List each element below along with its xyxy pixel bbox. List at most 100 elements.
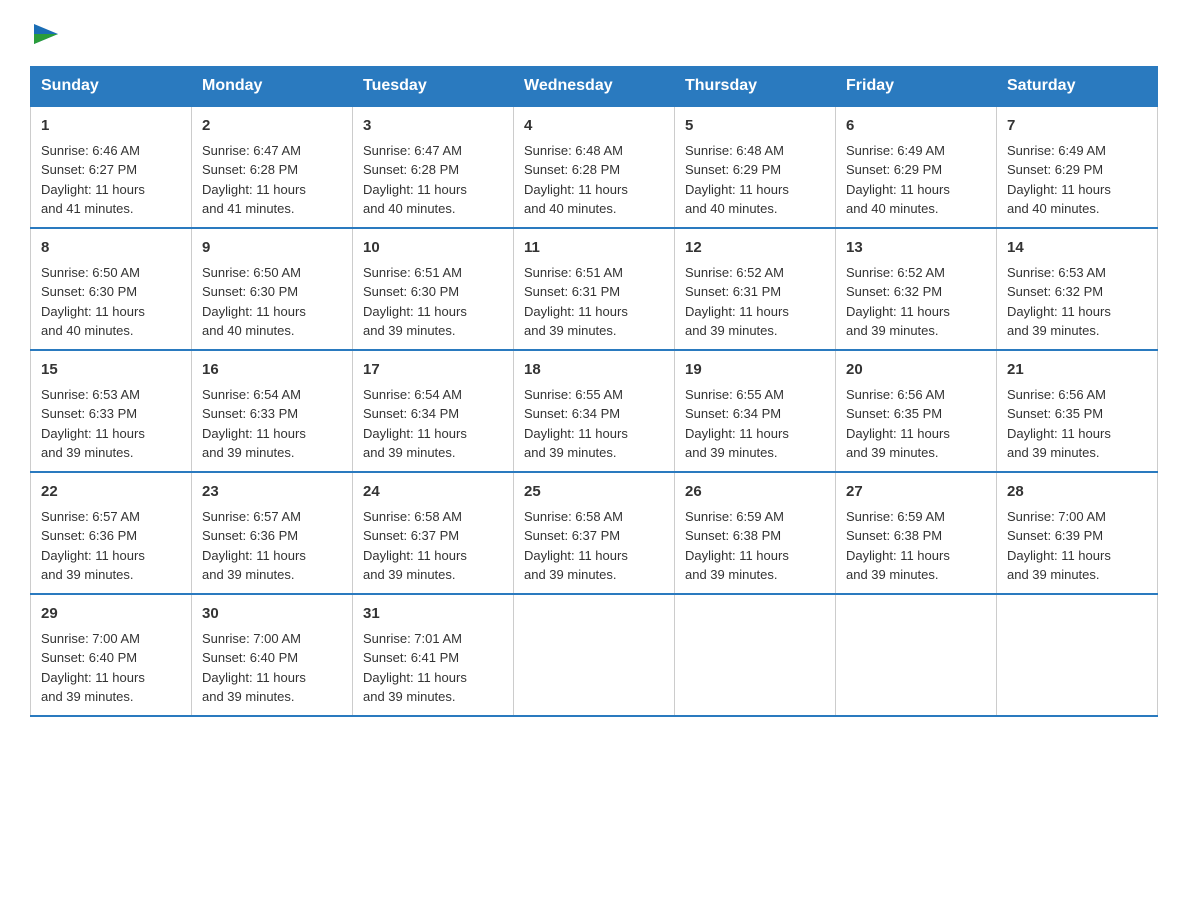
day-cell: 29 Sunrise: 7:00 AMSunset: 6:40 PMDayligh… <box>31 594 192 716</box>
day-cell: 25 Sunrise: 6:58 AMSunset: 6:37 PMDayligh… <box>514 472 675 594</box>
day-info: Sunrise: 7:01 AMSunset: 6:41 PMDaylight:… <box>363 631 467 705</box>
day-cell <box>997 594 1158 716</box>
column-header-monday: Monday <box>192 67 353 107</box>
day-cell: 17Sunrise: 6:54 AMSunset: 6:34 PMDayligh… <box>353 350 514 472</box>
day-info: Sunrise: 6:48 AMSunset: 6:28 PMDaylight:… <box>524 143 628 217</box>
day-cell: 9Sunrise: 6:50 AMSunset: 6:30 PMDaylight… <box>192 228 353 350</box>
day-number: 26 <box>685 481 825 503</box>
column-header-saturday: Saturday <box>997 67 1158 107</box>
column-header-wednesday: Wednesday <box>514 67 675 107</box>
day-cell: 21 Sunrise: 6:56 AMSunset: 6:35 PMDayligh… <box>997 350 1158 472</box>
day-info: Sunrise: 6:58 AMSunset: 6:37 PMDaylight:… <box>363 509 467 583</box>
day-number: 27 <box>846 481 986 503</box>
day-cell: 8 Sunrise: 6:50 AMSunset: 6:30 PMDaylight… <box>31 228 192 350</box>
day-number: 23 <box>202 481 342 503</box>
logo <box>30 20 62 46</box>
day-cell: 13 Sunrise: 6:52 AMSunset: 6:32 PMDayligh… <box>836 228 997 350</box>
day-cell: 22 Sunrise: 6:57 AMSunset: 6:36 PMDayligh… <box>31 472 192 594</box>
day-number: 30 <box>202 603 342 625</box>
day-info: Sunrise: 7:00 AMSunset: 6:40 PMDaylight:… <box>41 631 145 705</box>
day-cell <box>675 594 836 716</box>
day-number: 4 <box>524 115 664 137</box>
day-info: Sunrise: 6:53 AMSunset: 6:32 PMDaylight:… <box>1007 265 1111 339</box>
day-cell: 28 Sunrise: 7:00 AMSunset: 6:39 PMDayligh… <box>997 472 1158 594</box>
day-cell: 30 Sunrise: 7:00 AMSunset: 6:40 PMDayligh… <box>192 594 353 716</box>
day-cell: 19Sunrise: 6:55 AMSunset: 6:34 PMDayligh… <box>675 350 836 472</box>
day-info: Sunrise: 6:49 AMSunset: 6:29 PMDaylight:… <box>846 143 950 217</box>
day-cell: 10 Sunrise: 6:51 AMSunset: 6:30 PMDayligh… <box>353 228 514 350</box>
week-row-5: 29 Sunrise: 7:00 AMSunset: 6:40 PMDayligh… <box>31 594 1158 716</box>
day-number: 28 <box>1007 481 1147 503</box>
calendar-table: SundayMondayTuesdayWednesdayThursdayFrid… <box>30 66 1158 717</box>
day-info: Sunrise: 7:00 AMSunset: 6:39 PMDaylight:… <box>1007 509 1111 583</box>
day-cell <box>514 594 675 716</box>
logo-flag-icon <box>30 20 62 52</box>
day-cell: 4 Sunrise: 6:48 AMSunset: 6:28 PMDaylight… <box>514 106 675 228</box>
day-cell: 23 Sunrise: 6:57 AMSunset: 6:36 PMDayligh… <box>192 472 353 594</box>
day-info: Sunrise: 6:49 AMSunset: 6:29 PMDaylight:… <box>1007 143 1111 217</box>
day-number: 16 <box>202 359 342 381</box>
day-cell: 11 Sunrise: 6:51 AMSunset: 6:31 PMDayligh… <box>514 228 675 350</box>
day-number: 21 <box>1007 359 1147 381</box>
day-info: Sunrise: 6:54 AMSunset: 6:34 PMDaylight:… <box>363 387 467 461</box>
day-cell <box>836 594 997 716</box>
day-number: 7 <box>1007 115 1147 137</box>
page-header <box>30 20 1158 46</box>
day-number: 1 <box>41 115 181 137</box>
day-info: Sunrise: 6:58 AMSunset: 6:37 PMDaylight:… <box>524 509 628 583</box>
day-number: 15 <box>41 359 181 381</box>
day-number: 2 <box>202 115 342 137</box>
day-number: 24 <box>363 481 503 503</box>
day-cell: 1 Sunrise: 6:46 AMSunset: 6:27 PMDaylight… <box>31 106 192 228</box>
day-info: Sunrise: 6:51 AMSunset: 6:31 PMDaylight:… <box>524 265 628 339</box>
day-number: 3 <box>363 115 503 137</box>
day-number: 18 <box>524 359 664 381</box>
day-info: Sunrise: 6:48 AMSunset: 6:29 PMDaylight:… <box>685 143 789 217</box>
day-info: Sunrise: 6:53 AMSunset: 6:33 PMDaylight:… <box>41 387 145 461</box>
day-info: Sunrise: 6:52 AMSunset: 6:31 PMDaylight:… <box>685 265 789 339</box>
day-number: 9 <box>202 237 342 259</box>
day-info: Sunrise: 6:54 AMSunset: 6:33 PMDaylight:… <box>202 387 306 461</box>
day-info: Sunrise: 6:51 AMSunset: 6:30 PMDaylight:… <box>363 265 467 339</box>
day-info: Sunrise: 6:46 AMSunset: 6:27 PMDaylight:… <box>41 143 145 217</box>
day-cell: 2 Sunrise: 6:47 AMSunset: 6:28 PMDaylight… <box>192 106 353 228</box>
day-cell: 20Sunrise: 6:56 AMSunset: 6:35 PMDayligh… <box>836 350 997 472</box>
day-cell: 6Sunrise: 6:49 AMSunset: 6:29 PMDaylight… <box>836 106 997 228</box>
day-info: Sunrise: 6:56 AMSunset: 6:35 PMDaylight:… <box>846 387 950 461</box>
week-row-1: 1 Sunrise: 6:46 AMSunset: 6:27 PMDaylight… <box>31 106 1158 228</box>
column-header-friday: Friday <box>836 67 997 107</box>
day-number: 5 <box>685 115 825 137</box>
day-info: Sunrise: 7:00 AMSunset: 6:40 PMDaylight:… <box>202 631 306 705</box>
day-number: 22 <box>41 481 181 503</box>
day-number: 10 <box>363 237 503 259</box>
day-cell: 15 Sunrise: 6:53 AMSunset: 6:33 PMDayligh… <box>31 350 192 472</box>
day-number: 29 <box>41 603 181 625</box>
day-info: Sunrise: 6:57 AMSunset: 6:36 PMDaylight:… <box>41 509 145 583</box>
day-cell: 14Sunrise: 6:53 AMSunset: 6:32 PMDayligh… <box>997 228 1158 350</box>
day-info: Sunrise: 6:55 AMSunset: 6:34 PMDaylight:… <box>524 387 628 461</box>
week-row-3: 15 Sunrise: 6:53 AMSunset: 6:33 PMDayligh… <box>31 350 1158 472</box>
day-number: 13 <box>846 237 986 259</box>
day-number: 8 <box>41 237 181 259</box>
day-cell: 7 Sunrise: 6:49 AMSunset: 6:29 PMDaylight… <box>997 106 1158 228</box>
day-number: 25 <box>524 481 664 503</box>
day-info: Sunrise: 6:47 AMSunset: 6:28 PMDaylight:… <box>363 143 467 217</box>
day-cell: 12Sunrise: 6:52 AMSunset: 6:31 PMDayligh… <box>675 228 836 350</box>
header-row: SundayMondayTuesdayWednesdayThursdayFrid… <box>31 67 1158 107</box>
column-header-tuesday: Tuesday <box>353 67 514 107</box>
day-info: Sunrise: 6:56 AMSunset: 6:35 PMDaylight:… <box>1007 387 1111 461</box>
day-info: Sunrise: 6:57 AMSunset: 6:36 PMDaylight:… <box>202 509 306 583</box>
day-number: 11 <box>524 237 664 259</box>
day-info: Sunrise: 6:52 AMSunset: 6:32 PMDaylight:… <box>846 265 950 339</box>
column-header-sunday: Sunday <box>31 67 192 107</box>
column-header-thursday: Thursday <box>675 67 836 107</box>
day-cell: 5 Sunrise: 6:48 AMSunset: 6:29 PMDaylight… <box>675 106 836 228</box>
day-cell: 31 Sunrise: 7:01 AMSunset: 6:41 PMDayligh… <box>353 594 514 716</box>
day-info: Sunrise: 6:50 AMSunset: 6:30 PMDaylight:… <box>41 265 145 339</box>
day-cell: 16 Sunrise: 6:54 AMSunset: 6:33 PMDayligh… <box>192 350 353 472</box>
day-number: 31 <box>363 603 503 625</box>
day-cell: 18 Sunrise: 6:55 AMSunset: 6:34 PMDayligh… <box>514 350 675 472</box>
day-cell: 26 Sunrise: 6:59 AMSunset: 6:38 PMDayligh… <box>675 472 836 594</box>
day-info: Sunrise: 6:59 AMSunset: 6:38 PMDaylight:… <box>685 509 789 583</box>
day-info: Sunrise: 6:47 AMSunset: 6:28 PMDaylight:… <box>202 143 306 217</box>
